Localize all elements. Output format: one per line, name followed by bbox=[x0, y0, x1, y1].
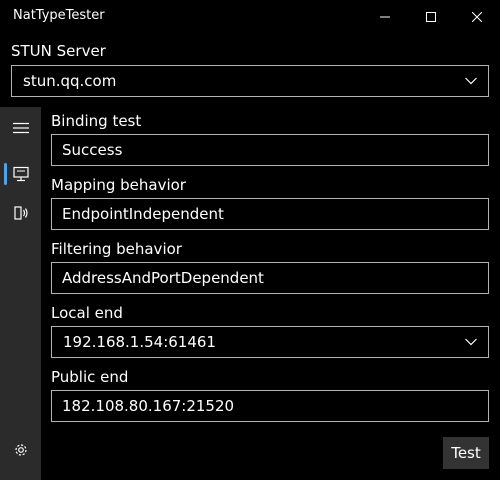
monitor-icon bbox=[12, 166, 29, 182]
settings-button[interactable] bbox=[0, 432, 41, 468]
hamburger-menu-icon bbox=[12, 122, 29, 134]
gear-icon bbox=[14, 444, 27, 456]
close-icon bbox=[472, 12, 482, 22]
filtering-behavior-field[interactable]: AddressAndPortDependent bbox=[51, 262, 489, 294]
title-bar: NatTypeTester bbox=[0, 0, 500, 34]
local-end-value: 192.168.1.54:61461 bbox=[63, 333, 216, 351]
test-button[interactable]: Test bbox=[443, 437, 489, 469]
minimize-icon bbox=[380, 16, 390, 18]
stun-server-combobox[interactable]: stun.qq.com bbox=[11, 65, 489, 97]
filtering-behavior-label: Filtering behavior bbox=[51, 240, 182, 258]
nav-item-rfc5780[interactable] bbox=[0, 156, 41, 192]
navigation-pane bbox=[0, 107, 41, 480]
close-button[interactable] bbox=[454, 0, 500, 34]
mapping-behavior-label: Mapping behavior bbox=[51, 176, 186, 194]
public-end-field[interactable]: 182.108.80.167:21520 bbox=[51, 390, 489, 422]
window-title: NatTypeTester bbox=[13, 8, 105, 23]
speaker-waves-icon bbox=[13, 206, 28, 220]
nav-item-rfc3489[interactable] bbox=[0, 195, 41, 231]
app-window: NatTypeTester STUN Server stun.qq.com Bi… bbox=[0, 0, 500, 480]
chevron-down-icon bbox=[454, 66, 488, 96]
stun-server-label: STUN Server bbox=[11, 42, 106, 60]
public-end-label: Public end bbox=[51, 368, 129, 386]
binding-test-label: Binding test bbox=[51, 112, 142, 130]
local-end-label: Local end bbox=[51, 304, 123, 322]
local-end-combobox[interactable]: 192.168.1.54:61461 bbox=[51, 326, 489, 358]
chevron-down-icon bbox=[454, 327, 488, 357]
minimize-button[interactable] bbox=[362, 0, 408, 34]
hamburger-menu-button[interactable] bbox=[0, 110, 41, 146]
mapping-behavior-field[interactable]: EndpointIndependent bbox=[51, 198, 489, 230]
maximize-icon bbox=[426, 12, 436, 22]
stun-server-value: stun.qq.com bbox=[23, 72, 117, 90]
binding-test-field[interactable]: Success bbox=[51, 134, 489, 166]
maximize-button[interactable] bbox=[408, 0, 454, 34]
